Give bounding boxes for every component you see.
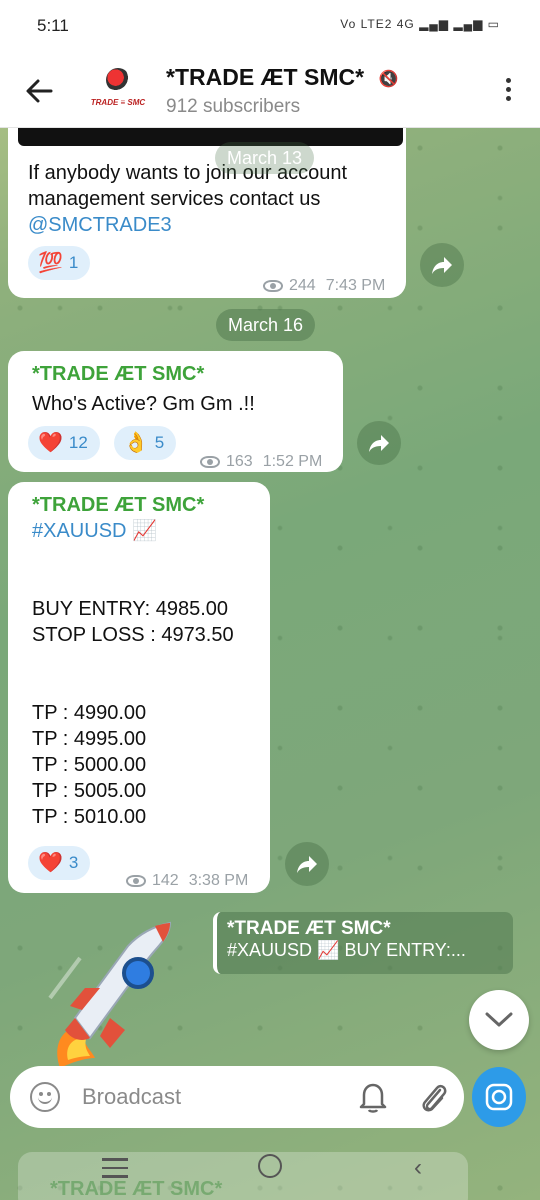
message-text: Who's Active? Gm Gm .!! xyxy=(32,393,255,415)
channel-avatar[interactable]: TRADE ≡ SMC xyxy=(86,62,150,118)
signal-icon: ▂▄▆ ▂▄▆ ▭ xyxy=(419,17,500,31)
message-meta: 142 3:38 PM xyxy=(126,868,248,894)
share-arrow-icon xyxy=(297,856,317,873)
heart-emoji-icon: ❤️ xyxy=(38,432,63,454)
chart-emoji-icon: 📈 xyxy=(132,520,157,542)
message-bubble: *TRADE ÆT SMC* #XAUUSD 📈 BUY ENTRY: 4985… xyxy=(8,482,270,893)
reaction-count: 12 xyxy=(68,433,88,452)
share-arrow-icon xyxy=(432,257,452,274)
broadcast-input[interactable]: Broadcast xyxy=(82,1084,181,1110)
ok-hand-emoji-icon: 👌 xyxy=(123,432,149,454)
hundred-emoji-icon: 💯 xyxy=(38,252,63,274)
hashtag-link[interactable]: #XAUUSD xyxy=(32,520,126,542)
camera-icon xyxy=(485,1083,513,1111)
views-count: 244 xyxy=(289,277,316,294)
tp-line: TP : 4995.00 xyxy=(32,728,147,750)
network-indicator-text: Vo LTE2 4G xyxy=(340,17,415,31)
share-arrow-icon xyxy=(369,435,389,452)
tp-line: TP : 5005.00 xyxy=(32,780,147,802)
entry-text: BUY ENTRY: 4985.00 xyxy=(32,598,229,620)
heart-emoji-icon: ❤️ xyxy=(38,852,63,874)
status-indicators: Vo LTE2 4G ▂▄▆ ▂▄▆ ▭ xyxy=(340,17,500,31)
message-time: 7:43 PM xyxy=(325,277,386,294)
message-input-bar: Broadcast xyxy=(10,1066,464,1128)
logo-icon xyxy=(106,68,130,92)
sender-name: *TRADE ÆT SMC* xyxy=(32,494,205,516)
media-preview-strip xyxy=(18,128,403,146)
date-chip: March 13 xyxy=(215,142,315,174)
rocket-sticker-icon[interactable] xyxy=(40,918,180,1078)
bell-icon[interactable] xyxy=(358,1080,388,1114)
ghost-preview-text: *TRADE ÆT SMC* xyxy=(50,1178,223,1200)
channel-name: *TRADE ÆT SMC* xyxy=(166,64,365,90)
chat-header: TRADE ≡ SMC *TRADE ÆT SMC* 🔇 912 subscri… xyxy=(0,52,540,128)
date-chip: March 16 xyxy=(216,309,316,341)
reaction-count: 1 xyxy=(68,253,79,272)
home-icon[interactable] xyxy=(258,1154,282,1178)
system-navigation-bar: *TRADE ÆT SMC* ‹ xyxy=(0,1140,540,1200)
paperclip-icon[interactable] xyxy=(418,1080,448,1114)
avatar-logo-text: TRADE ≡ SMC xyxy=(90,98,146,107)
emoji-icon[interactable] xyxy=(30,1082,60,1112)
status-bar: 5:11 Vo LTE2 4G ▂▄▆ ▂▄▆ ▭ xyxy=(0,0,540,52)
tp-line: TP : 5000.00 xyxy=(32,754,147,776)
reply-preview-text: #XAUUSD 📈 BUY ENTRY:... xyxy=(227,940,466,960)
message-time: 1:52 PM xyxy=(262,453,323,470)
message-bubble: If anybody wants to join our account man… xyxy=(8,128,406,298)
reaction-chip[interactable]: ❤️ 12 xyxy=(28,426,100,460)
reactions-row: ❤️ 3 xyxy=(28,846,91,880)
reaction-chip[interactable]: 👌 5 xyxy=(113,426,177,460)
scroll-to-bottom-button[interactable] xyxy=(469,990,529,1050)
views-count: 142 xyxy=(152,872,179,889)
reaction-count: 3 xyxy=(68,853,79,872)
message-bubble: *TRADE ÆT SMC* Who's Active? Gm Gm .!! ❤… xyxy=(8,351,343,472)
more-options-icon[interactable] xyxy=(498,78,518,108)
views-eye-icon xyxy=(200,456,220,468)
status-time: 5:11 xyxy=(37,16,69,35)
stop-loss-text: STOP LOSS : 4973.50 xyxy=(32,624,234,646)
username-link[interactable]: @SMCTRADE3 xyxy=(28,212,347,238)
forward-button[interactable] xyxy=(420,243,464,287)
back-arrow-icon[interactable] xyxy=(24,76,54,106)
reaction-chip[interactable]: 💯 1 xyxy=(28,246,91,280)
reactions-row: 💯 1 xyxy=(28,246,91,280)
reaction-count: 5 xyxy=(154,433,165,452)
sender-name: *TRADE ÆT SMC* xyxy=(32,363,205,385)
message-time: 3:38 PM xyxy=(188,872,249,889)
forward-button[interactable] xyxy=(285,842,329,886)
forward-button[interactable] xyxy=(357,421,401,465)
reply-preview-title: *TRADE ÆT SMC* xyxy=(227,918,391,939)
message-meta: 163 1:52 PM xyxy=(200,449,322,475)
message-meta: 244 7:43 PM xyxy=(263,273,385,299)
reaction-chip[interactable]: ❤️ 3 xyxy=(28,846,91,880)
views-count: 163 xyxy=(226,453,253,470)
camera-button[interactable] xyxy=(472,1067,526,1127)
recent-apps-icon[interactable] xyxy=(102,1158,128,1184)
channel-title[interactable]: *TRADE ÆT SMC* 🔇 xyxy=(166,64,398,91)
chevron-down-icon xyxy=(485,1012,513,1027)
reactions-row: ❤️ 12 👌 5 xyxy=(28,426,177,460)
views-eye-icon xyxy=(126,875,146,887)
message-text: management services contact us xyxy=(28,188,321,210)
muted-speaker-icon: 🔇 xyxy=(378,70,399,88)
reply-preview[interactable]: *TRADE ÆT SMC* #XAUUSD 📈 BUY ENTRY:... xyxy=(213,912,513,974)
ghost-preview: *TRADE ÆT SMC* xyxy=(18,1152,468,1200)
tp-line: TP : 5010.00 xyxy=(32,806,147,828)
back-nav-icon[interactable]: ‹ xyxy=(414,1154,422,1182)
tp-line: TP : 4990.00 xyxy=(32,702,147,724)
views-eye-icon xyxy=(263,280,283,292)
subscriber-count: 912 subscribers xyxy=(166,96,301,117)
